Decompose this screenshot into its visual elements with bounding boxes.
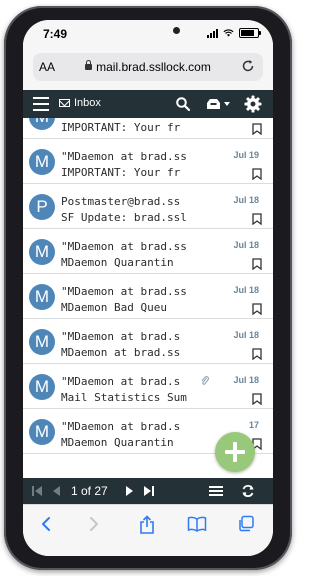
address-bar: AA mail.brad.ssllock.com: [23, 48, 273, 90]
previous-page-icon[interactable]: [51, 485, 61, 497]
bookmark-icon[interactable]: [252, 123, 262, 135]
bookmark-icon[interactable]: [252, 213, 262, 225]
gear-icon[interactable]: [244, 95, 262, 113]
reload-icon[interactable]: [239, 57, 257, 75]
message-subject: Mail Statistics Summ: [61, 391, 187, 404]
back-icon[interactable]: [39, 515, 53, 533]
battery-icon: [239, 28, 261, 38]
page-indicator: 1 of 27: [71, 484, 108, 498]
status-bar: 7:49: [23, 20, 273, 48]
message-date: Jul 18: [233, 330, 259, 340]
wifi-icon: [223, 29, 234, 37]
message-row[interactable]: M IMPORTANT: Your fr: [23, 118, 273, 139]
sender-avatar: M: [29, 284, 55, 310]
app-toolbar: Inbox: [23, 90, 273, 118]
message-sender: "MDaemon at brad.ss: [61, 240, 187, 253]
bookmark-icon[interactable]: [252, 348, 262, 360]
message-row[interactable]: M "MDaemon at brad.s Mail Statistics Sum…: [23, 364, 273, 409]
message-row[interactable]: M "MDaemon at brad.s MDaemon at brad.ss …: [23, 319, 273, 364]
search-icon[interactable]: [175, 96, 191, 112]
message-row[interactable]: M "MDaemon at brad.ss MDaemon Quarantin …: [23, 229, 273, 274]
message-subject: IMPORTANT: Your fr: [61, 166, 181, 179]
message-sender: "MDaemon at brad.ss: [61, 150, 187, 163]
message-sender: "MDaemon at brad.s: [61, 330, 181, 343]
url-display[interactable]: mail.brad.ssllock.com: [33, 60, 263, 74]
message-sender: Postmaster@brad.ss: [61, 195, 181, 208]
refresh-icon[interactable]: [241, 484, 255, 498]
list-view-icon[interactable]: [209, 485, 223, 497]
message-subject: MDaemon Bad Queu: [61, 301, 167, 314]
sender-avatar: P: [29, 194, 55, 220]
compose-button[interactable]: [215, 432, 255, 472]
last-page-icon[interactable]: [143, 485, 155, 497]
sender-avatar: M: [29, 149, 55, 175]
message-row[interactable]: M "MDaemon at brad.ss MDaemon Bad Queu J…: [23, 274, 273, 319]
inbox-folder-button[interactable]: Inbox: [59, 97, 101, 109]
browser-bottom-bar: [23, 504, 273, 556]
sender-avatar: M: [29, 374, 55, 400]
message-date: Jul 18: [233, 285, 259, 295]
message-subject: MDaemon at brad.ss: [61, 346, 181, 359]
phone-frame: 7:49 AA mail.brad.ssllock.com Inbox IMPO…: [4, 6, 292, 570]
screen: 7:49 AA mail.brad.ssllock.com Inbox IMPO…: [23, 20, 273, 556]
folder-label: Inbox: [74, 97, 101, 109]
message-subject: MDaemon Quarantin: [61, 256, 174, 269]
share-icon[interactable]: [138, 515, 156, 535]
sender-avatar: M: [29, 329, 55, 355]
lock-icon: [85, 60, 93, 70]
inbox-tray-dropdown-icon[interactable]: [205, 98, 231, 110]
bookmarks-icon[interactable]: [187, 515, 207, 533]
message-subject: IMPORTANT: Your fr: [61, 121, 181, 134]
tabs-icon[interactable]: [237, 515, 255, 533]
message-sender: "MDaemon at brad.ss: [61, 285, 187, 298]
hamburger-menu-icon[interactable]: [33, 97, 49, 111]
bookmark-icon[interactable]: [252, 393, 262, 405]
message-date: Jul 18: [233, 240, 259, 250]
message-subject: SF Update: brad.ssll: [61, 211, 187, 224]
sender-avatar: M: [29, 239, 55, 265]
message-date: Jul 18: [233, 375, 259, 385]
message-date: 17: [248, 420, 259, 430]
message-row[interactable]: P Postmaster@brad.ss SF Update: brad.ssl…: [23, 184, 273, 229]
message-row[interactable]: M "MDaemon at brad.ss IMPORTANT: Your fr…: [23, 139, 273, 184]
first-page-icon[interactable]: [31, 485, 43, 497]
message-date: Jul 19: [233, 150, 259, 160]
sender-avatar: M: [29, 118, 55, 130]
cellular-signal-icon: [207, 28, 218, 38]
status-time: 7:49: [43, 27, 68, 41]
bookmark-icon[interactable]: [252, 303, 262, 315]
front-camera: [173, 27, 180, 34]
envelope-icon: [59, 99, 70, 107]
pager-bar: 1 of 27: [23, 478, 273, 504]
next-page-icon[interactable]: [125, 485, 135, 497]
message-sender: "MDaemon at brad.s: [61, 375, 181, 388]
bookmark-icon[interactable]: [252, 168, 262, 180]
url-field[interactable]: AA mail.brad.ssllock.com: [33, 53, 263, 81]
status-icons: [207, 28, 261, 38]
url-text: mail.brad.ssllock.com: [96, 60, 211, 74]
bookmark-icon[interactable]: [252, 258, 262, 270]
message-sender: "MDaemon at brad.s: [61, 420, 181, 433]
message-date: Jul 18: [233, 195, 259, 205]
message-list[interactable]: M IMPORTANT: Your fr M "MDaemon at brad.…: [23, 118, 273, 474]
paperclip-icon: [201, 376, 209, 385]
sender-avatar: M: [29, 419, 55, 445]
message-subject: MDaemon Quarantin: [61, 436, 174, 449]
forward-icon: [90, 517, 98, 531]
